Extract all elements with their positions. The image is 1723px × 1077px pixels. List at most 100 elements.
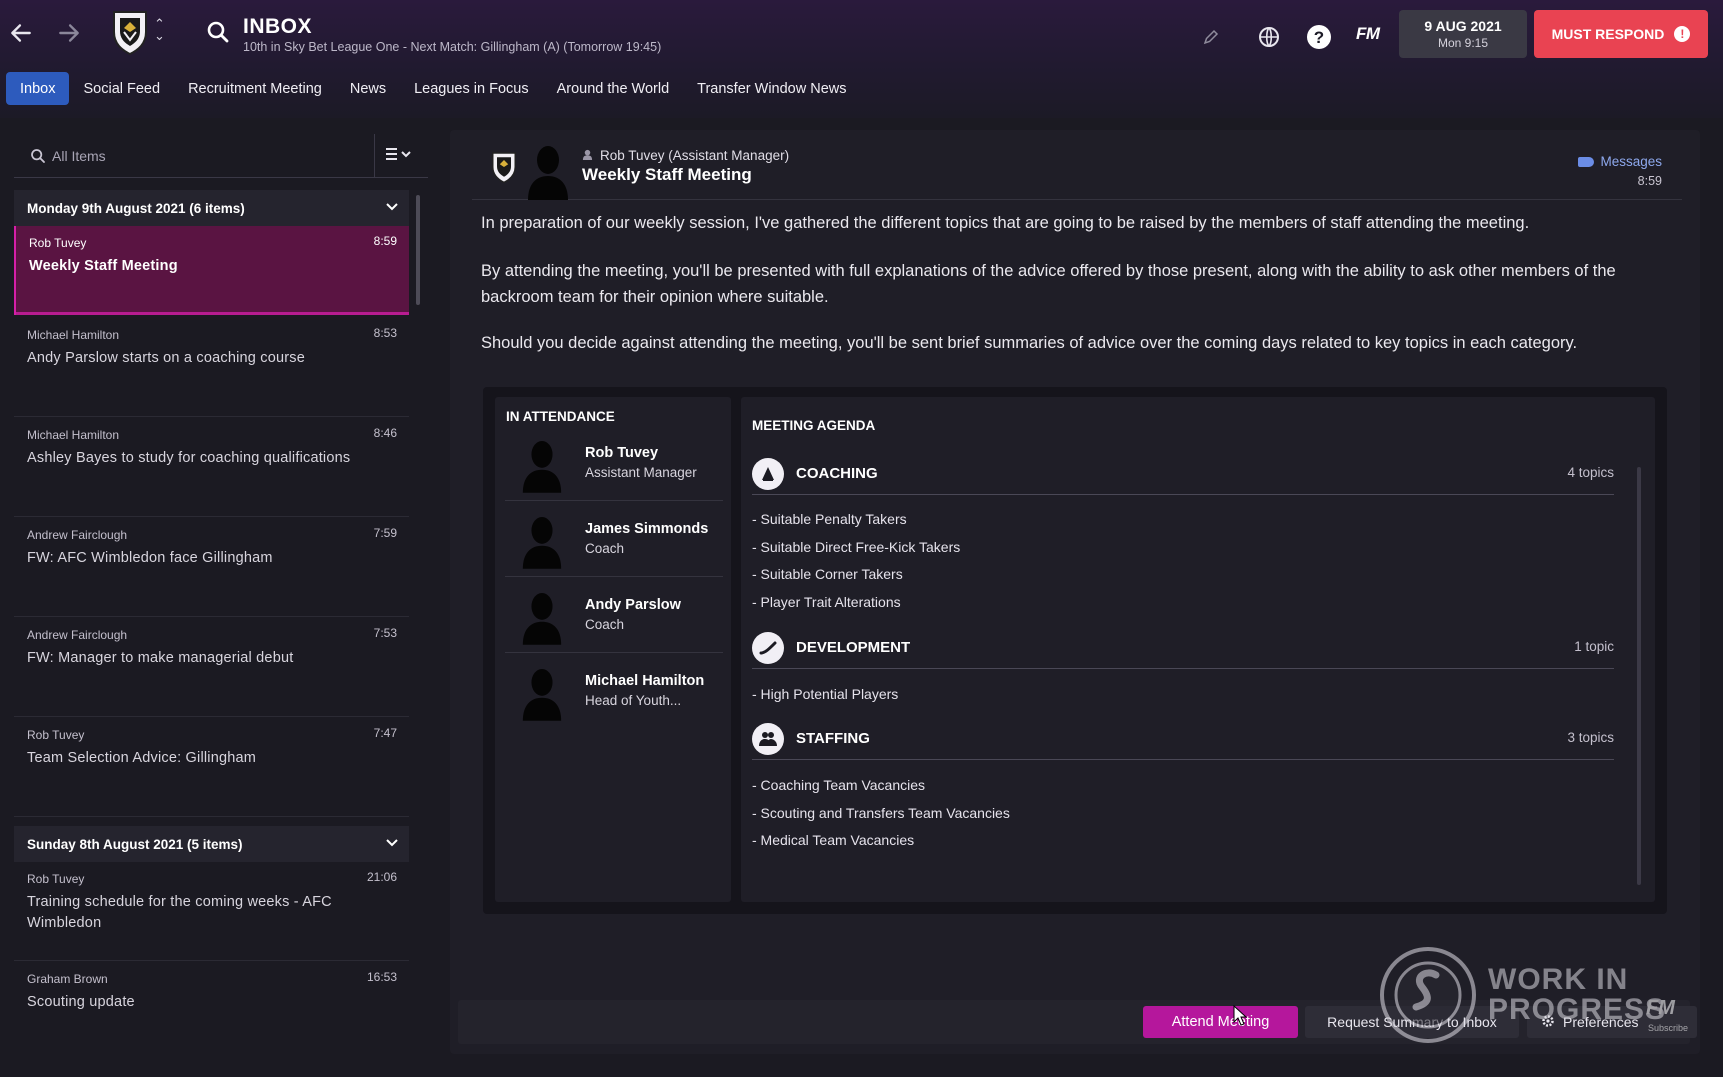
- message-sender: Rob Tuvey: [27, 728, 85, 742]
- current-time: Mon 9:15: [1437, 36, 1489, 50]
- must-respond-label: MUST RESPOND: [1551, 26, 1665, 42]
- messages-link[interactable]: Messages: [1578, 154, 1662, 169]
- list-item[interactable]: Graham Brown 16:53 Scouting update: [14, 962, 409, 1061]
- message-sender: Rob Tuvey: [29, 236, 87, 250]
- club-switch-icon[interactable]: ⌃ ⌄: [154, 17, 165, 42]
- club-crest-icon[interactable]: ⌃ ⌄: [110, 8, 166, 56]
- list-item[interactable]: Michael Hamilton 8:46 Ashley Bayes to st…: [14, 418, 409, 517]
- tab-news[interactable]: News: [336, 72, 400, 105]
- preferences-button[interactable]: Preferences: [1527, 1006, 1697, 1038]
- message-subject: Team Selection Advice: Gillingham: [27, 750, 257, 766]
- attendee[interactable]: James Simmonds Coach: [505, 501, 723, 577]
- page-title: INBOX: [243, 15, 313, 38]
- agenda-topic[interactable]: - Player Trait Alterations: [752, 594, 901, 610]
- category-name: STAFFING: [796, 730, 870, 747]
- attendee-name[interactable]: Michael Hamilton: [585, 673, 704, 689]
- sender-avatar[interactable]: [524, 140, 572, 200]
- pencil-icon[interactable]: [1196, 22, 1226, 52]
- fm-logo[interactable]: FM: [1356, 24, 1380, 44]
- agenda-topic[interactable]: - Scouting and Transfers Team Vacancies: [752, 805, 1010, 821]
- attendee-role: Head of Youth...: [585, 693, 682, 708]
- tab-leagues-in-focus[interactable]: Leagues in Focus: [400, 72, 542, 105]
- message-subject: FW: Manager to make managerial debut: [27, 650, 294, 666]
- agenda-topic[interactable]: - High Potential Players: [752, 686, 898, 702]
- message-paragraph: By attending the meeting, you'll be pres…: [481, 262, 1616, 306]
- message-time: 8:53: [373, 326, 397, 340]
- list-item[interactable]: Andrew Fairclough 7:53 FW: Manager to ma…: [14, 618, 409, 717]
- filter-menu-icon[interactable]: [384, 146, 424, 166]
- list-item-selected[interactable]: Rob Tuvey 8:59 Weekly Staff Meeting: [14, 226, 409, 315]
- tab-transfer-window-news[interactable]: Transfer Window News: [683, 72, 860, 105]
- category-count: 4 topics: [1567, 465, 1614, 480]
- attendee-name[interactable]: Rob Tuvey: [585, 445, 658, 461]
- attend-meeting-button[interactable]: Attend Meeting: [1143, 1006, 1298, 1038]
- agenda-scrollbar[interactable]: [1637, 467, 1641, 885]
- message-sender: Andrew Fairclough: [27, 628, 128, 642]
- back-arrow-icon[interactable]: [4, 16, 38, 50]
- attendance-panel: IN ATTENDANCE Rob Tuvey Assistant Manage…: [495, 397, 731, 902]
- group-header-sunday[interactable]: Sunday 8th August 2021 (5 items): [14, 826, 409, 862]
- help-icon[interactable]: ?: [1304, 22, 1334, 52]
- message-subject: Training schedule for the coming weeks -…: [27, 894, 332, 931]
- agenda-topic[interactable]: - Medical Team Vacancies: [752, 832, 914, 848]
- attendee-avatar: [519, 587, 565, 645]
- inbox-search[interactable]: All Items: [14, 134, 428, 178]
- attendee-name[interactable]: Andy Parslow: [585, 597, 681, 613]
- preferences-label: Preferences: [1563, 1014, 1639, 1030]
- group-title: Monday 9th August 2021 (6 items): [27, 200, 245, 216]
- tab-social-feed[interactable]: Social Feed: [69, 72, 174, 105]
- must-respond-button[interactable]: MUST RESPOND !: [1534, 10, 1708, 58]
- attendee-name[interactable]: James Simmonds: [585, 521, 708, 537]
- list-scrollbar[interactable]: [416, 195, 420, 305]
- attendee[interactable]: Michael Hamilton Head of Youth...: [505, 653, 723, 729]
- group-header-monday[interactable]: Monday 9th August 2021 (6 items): [14, 190, 409, 226]
- message-time: 7:53: [373, 626, 397, 640]
- attendee-role: Coach: [585, 541, 625, 556]
- message-subject: Andy Parslow starts on a coaching course: [27, 350, 305, 366]
- agenda-category-staffing[interactable]: STAFFING 3 topics: [752, 714, 1614, 760]
- page-subtitle: 10th in Sky Bet League One - Next Match:…: [243, 40, 662, 54]
- message-sender: Graham Brown: [27, 972, 108, 986]
- message-subject: Ashley Bayes to study for coaching quali…: [27, 450, 351, 466]
- agenda-topic[interactable]: - Suitable Corner Takers: [752, 566, 903, 582]
- tab-around-the-world[interactable]: Around the World: [543, 72, 684, 105]
- attendee[interactable]: Andy Parslow Coach: [505, 577, 723, 653]
- list-item[interactable]: Rob Tuvey 7:47 Team Selection Advice: Gi…: [14, 718, 409, 817]
- agenda-topic[interactable]: - Suitable Penalty Takers: [752, 511, 907, 527]
- message-paragraph: Should you decide against attending the …: [481, 334, 1578, 352]
- date-continue-box[interactable]: 9 AUG 2021 Mon 9:15: [1399, 10, 1527, 58]
- forward-arrow-icon[interactable]: [52, 16, 86, 50]
- tab-inbox[interactable]: Inbox: [6, 72, 70, 105]
- search-icon[interactable]: [206, 20, 230, 44]
- club-crest-icon: [490, 150, 518, 184]
- chevron-down-icon: [386, 839, 398, 847]
- message-header: Rob Tuvey (Assistant Manager) Weekly Sta…: [472, 130, 1682, 200]
- message-time: 8:59: [373, 234, 397, 248]
- agenda-topic[interactable]: - Suitable Direct Free-Kick Takers: [752, 539, 960, 555]
- inbox-list-panel: All Items Monday 9th August 2021 (6 item…: [0, 118, 440, 1077]
- staff-icon: [752, 723, 784, 755]
- attendee-role: Assistant Manager: [585, 465, 697, 480]
- globe-icon[interactable]: [1254, 22, 1284, 52]
- list-item[interactable]: Andrew Fairclough 7:59 FW: AFC Wimbledon…: [14, 518, 409, 617]
- search-input[interactable]: All Items: [52, 148, 106, 164]
- agenda-category-development[interactable]: DEVELOPMENT 1 topic: [752, 623, 1614, 669]
- agenda-topic[interactable]: - Coaching Team Vacancies: [752, 777, 925, 793]
- sender-name: Rob Tuvey (Assistant Manager): [600, 148, 790, 163]
- whistle-icon: [752, 458, 784, 490]
- svg-text:?: ?: [1314, 28, 1324, 47]
- attendee[interactable]: Rob Tuvey Assistant Manager: [505, 425, 723, 501]
- tab-recruitment-meeting[interactable]: Recruitment Meeting: [174, 72, 336, 105]
- message-sender: Rob Tuvey: [27, 872, 85, 886]
- request-summary-button[interactable]: Request Summary to Inbox: [1305, 1006, 1519, 1038]
- message-time: 16:53: [366, 970, 397, 984]
- attendee-avatar: [519, 663, 565, 721]
- sender-line[interactable]: Rob Tuvey (Assistant Manager): [582, 148, 789, 163]
- message-title: Weekly Staff Meeting: [582, 165, 752, 184]
- attendee-avatar: [519, 511, 565, 569]
- list-item[interactable]: Rob Tuvey 21:06 Training schedule for th…: [14, 862, 409, 961]
- attendance-heading: IN ATTENDANCE: [506, 409, 615, 424]
- list-item[interactable]: Michael Hamilton 8:53 Andy Parslow start…: [14, 318, 409, 417]
- agenda-category-coaching[interactable]: COACHING 4 topics: [752, 449, 1614, 495]
- message-panel: Rob Tuvey (Assistant Manager) Weekly Sta…: [450, 130, 1700, 1054]
